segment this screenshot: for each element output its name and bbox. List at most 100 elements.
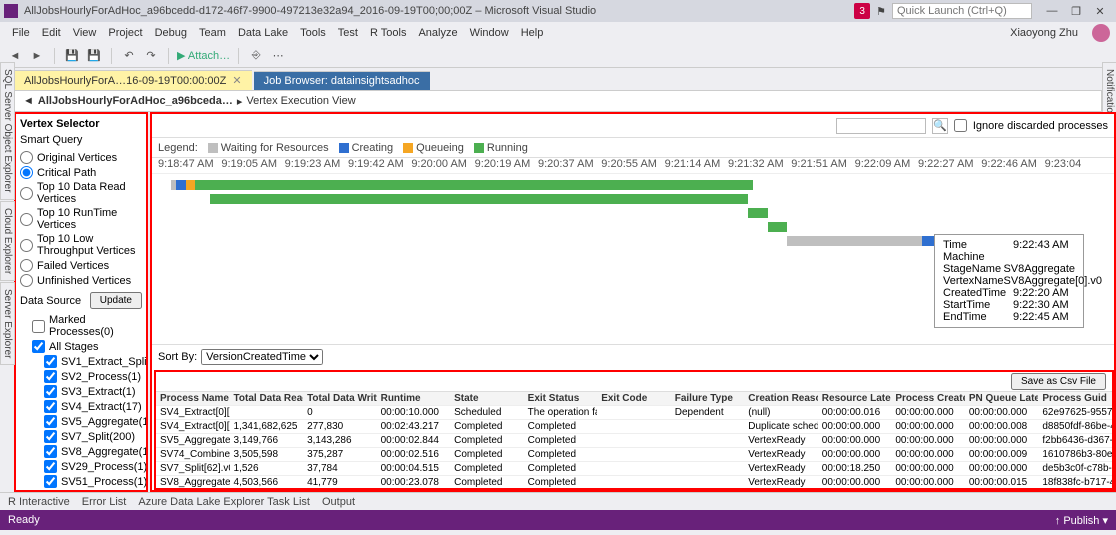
toolwindow-tab[interactable]: Error List xyxy=(82,496,127,508)
chevron-right-icon: ▸ xyxy=(237,95,243,108)
feedback-flag-icon[interactable]: ⚑ xyxy=(876,5,886,18)
breadcrumb: ◄ AllJobsHourlyForAdHoc_a96bceda… ▸ Vert… xyxy=(14,90,1102,112)
tab-job-browser[interactable]: Job Browser: datainsightsadhoc xyxy=(254,71,430,90)
table-row[interactable]: SV4_Extract[0][11].v11,341,682,625277,83… xyxy=(156,420,1112,434)
minimize-button[interactable]: — xyxy=(1040,5,1064,17)
ignore-discarded-label: Ignore discarded processes xyxy=(973,120,1108,132)
smart-query-radio[interactable] xyxy=(20,166,33,179)
toolwindow-tab[interactable]: R Interactive xyxy=(8,496,70,508)
redo-icon[interactable]: ↷ xyxy=(142,47,160,65)
stage-check[interactable] xyxy=(44,430,57,443)
all-stages-check[interactable] xyxy=(32,340,45,353)
menu-item[interactable]: Tools xyxy=(294,27,332,39)
menu-item[interactable]: Data Lake xyxy=(232,27,294,39)
smart-query-label: Smart Query xyxy=(20,134,142,146)
search-icon[interactable]: 🔍 xyxy=(932,118,948,134)
tab-job[interactable]: AllJobsHourlyForA…16-09-19T00:00:00Z✕ xyxy=(14,70,252,90)
update-button[interactable]: Update xyxy=(90,292,142,309)
smart-query-radio[interactable] xyxy=(20,213,33,226)
menu-bar: File Edit View Project Debug Team Data L… xyxy=(0,22,1116,44)
breadcrumb-root[interactable]: AllJobsHourlyForAdHoc_a96bceda… xyxy=(38,95,233,107)
sidebar-tab[interactable]: SQL Server Object Explorer xyxy=(0,62,15,200)
column-header[interactable]: Exit Code xyxy=(597,392,671,406)
column-header[interactable]: PN Queue Latency xyxy=(965,392,1039,406)
smart-query-radio[interactable] xyxy=(20,274,33,287)
column-header[interactable]: State xyxy=(450,392,524,406)
stage-check[interactable] xyxy=(44,490,57,492)
stage-check[interactable] xyxy=(44,370,57,383)
menu-item[interactable]: Window xyxy=(464,27,515,39)
step-icon[interactable]: ⎆ xyxy=(247,47,265,65)
menu-item[interactable]: Project xyxy=(102,27,148,39)
column-header[interactable]: Process Guid xyxy=(1038,392,1112,406)
column-header[interactable]: Runtime xyxy=(377,392,451,406)
quick-launch-input[interactable] xyxy=(892,3,1032,19)
toolbar: ◄ ► 💾 💾 ↶ ↷ ▶ Attach… ⎆ ⋯ xyxy=(0,44,1116,68)
saveall-icon[interactable]: 💾 xyxy=(85,47,103,65)
stage-check[interactable] xyxy=(44,460,57,473)
sidebar-tab[interactable]: Cloud Explorer xyxy=(0,201,15,281)
smart-query-radio[interactable] xyxy=(20,187,33,200)
gantt-panel: 🔍 Ignore discarded processes Legend: Wai… xyxy=(150,112,1116,492)
smart-query-radio[interactable] xyxy=(20,239,33,252)
save-icon[interactable]: 💾 xyxy=(63,47,81,65)
notification-badge[interactable]: 3 xyxy=(854,3,870,19)
menu-item[interactable]: Team xyxy=(193,27,232,39)
column-header[interactable]: Process Create Latency xyxy=(891,392,965,406)
user-avatar-icon[interactable] xyxy=(1092,24,1110,42)
stage-check[interactable] xyxy=(44,355,57,368)
marked-processes-check[interactable] xyxy=(32,320,45,333)
column-header[interactable]: Exit Status xyxy=(524,392,598,406)
menu-item[interactable]: Analyze xyxy=(412,27,463,39)
data-source-label: Data Source xyxy=(20,295,81,307)
nav-back-icon[interactable]: ◄ xyxy=(23,95,34,107)
menu-item[interactable]: Help xyxy=(515,27,550,39)
publish-button[interactable]: ↑ Publish ▾ xyxy=(1055,514,1108,527)
user-name[interactable]: Xiaoyong Zhu xyxy=(1004,27,1084,39)
table-row[interactable]: SV74_Combine_Partition[0].v03,505,598375… xyxy=(156,448,1112,462)
menu-item[interactable]: View xyxy=(67,27,103,39)
title-bar: AllJobsHourlyForAdHoc_a96bcedd-d172-46f7… xyxy=(0,0,1116,22)
table-row[interactable]: SV8_Aggregate[0].v04,503,56641,77900:00:… xyxy=(156,476,1112,490)
stage-check[interactable] xyxy=(44,445,57,458)
table-row[interactable]: SV4_Extract[0][11].v0000:00:10.000Schedu… xyxy=(156,406,1112,420)
column-header[interactable]: Total Data Read(bytes) xyxy=(230,392,304,406)
panel-title: Vertex Selector xyxy=(20,118,142,130)
toolwindow-tab[interactable]: Output xyxy=(322,496,355,508)
column-header[interactable]: Creation Reason xyxy=(744,392,818,406)
tool-icon[interactable]: ⋯ xyxy=(269,47,287,65)
stage-check[interactable] xyxy=(44,415,57,428)
restore-button[interactable]: ❐ xyxy=(1064,5,1088,18)
smart-query-radio[interactable] xyxy=(20,259,33,272)
search-input[interactable] xyxy=(836,118,926,134)
nav-fwd-icon[interactable]: ► xyxy=(28,47,46,65)
stage-check[interactable] xyxy=(44,475,57,488)
save-csv-button[interactable]: Save as Csv File xyxy=(1011,373,1106,390)
gantt-chart[interactable]: Time9:22:43 AM Machine StageNameSV8Aggre… xyxy=(152,174,1114,344)
vertex-tooltip: Time9:22:43 AM Machine StageNameSV8Aggre… xyxy=(934,234,1084,328)
stage-check[interactable] xyxy=(44,385,57,398)
legend: Legend: Waiting for Resources Creating Q… xyxy=(152,138,1114,158)
close-icon[interactable]: ✕ xyxy=(232,75,241,87)
undo-icon[interactable]: ↶ xyxy=(120,47,138,65)
ignore-discarded-check[interactable] xyxy=(954,119,967,132)
column-header[interactable]: Total Data Written(bytes) xyxy=(303,392,377,406)
menu-item[interactable]: Debug xyxy=(149,27,193,39)
sidebar-tab[interactable]: Server Explorer xyxy=(0,282,15,365)
table-row[interactable]: SV7_Split[62].v01,52637,78400:00:04.515C… xyxy=(156,462,1112,476)
table-row[interactable]: SV5_Aggregate[0].v03,149,7663,143,28600:… xyxy=(156,434,1112,448)
column-header[interactable]: Resource Latency xyxy=(818,392,892,406)
menu-item[interactable]: File xyxy=(6,27,36,39)
status-bar: Ready ↑ Publish ▾ xyxy=(0,510,1116,530)
close-button[interactable]: ✕ xyxy=(1088,5,1112,18)
sortby-select[interactable]: VersionCreatedTime xyxy=(201,349,323,365)
attach-button[interactable]: ▶ Attach… xyxy=(177,49,230,62)
column-header[interactable]: Process Name xyxy=(156,392,230,406)
menu-item[interactable]: R Tools xyxy=(364,27,412,39)
menu-item[interactable]: Edit xyxy=(36,27,67,39)
stage-check[interactable] xyxy=(44,400,57,413)
column-header[interactable]: Failure Type xyxy=(671,392,745,406)
toolwindow-tab[interactable]: Azure Data Lake Explorer Task List xyxy=(138,496,310,508)
menu-item[interactable]: Test xyxy=(332,27,364,39)
smart-query-radio[interactable] xyxy=(20,151,33,164)
